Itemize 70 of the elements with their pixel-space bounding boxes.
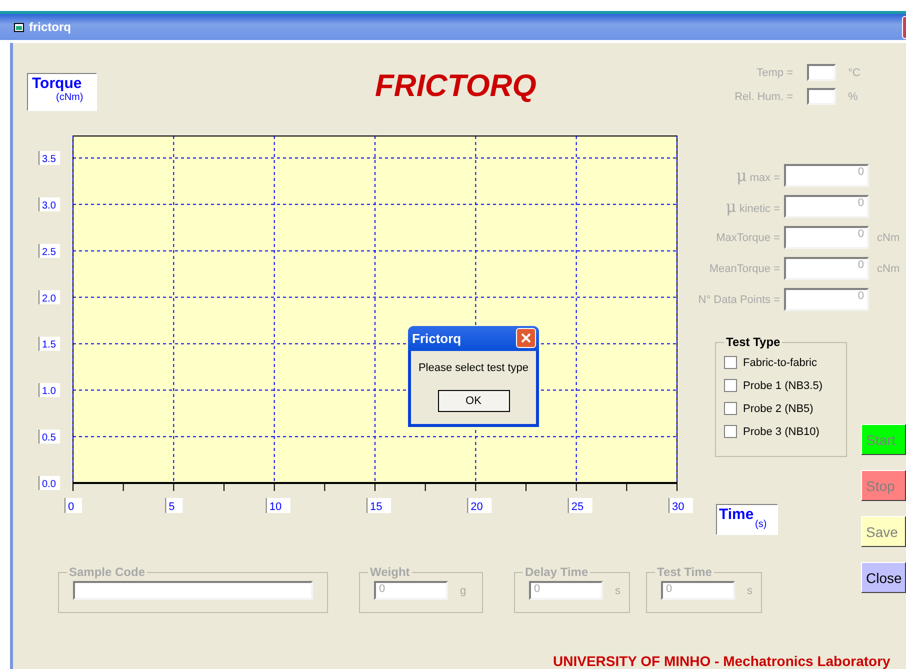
x-tick-label: 10 — [266, 498, 290, 514]
group-title: Test Time — [656, 565, 713, 579]
x-tick-label: 30 — [672, 501, 684, 513]
result-label: MeanTorque = — [708, 262, 780, 274]
result-label: MaxTorque = — [715, 232, 780, 244]
checkbox-label: Probe 2 (NB5) — [743, 402, 814, 414]
y-tick-label: 3.0 — [38, 196, 60, 212]
x-tick-label: 25 — [568, 498, 592, 514]
unit-label: % — [848, 90, 858, 102]
checkbox[interactable] — [724, 379, 737, 392]
y-tick-label: 0.5 — [42, 432, 56, 444]
checkbox[interactable] — [724, 402, 737, 415]
checkbox-label: Fabric-to-fabric — [743, 356, 817, 368]
window-icon — [14, 22, 24, 32]
y-tick-label: 0.0 — [42, 479, 56, 490]
x-tick-label: 0 — [64, 498, 82, 514]
dialog-message: Please select test type — [417, 362, 530, 374]
unit-label: g — [460, 584, 466, 596]
checkbox[interactable] — [724, 356, 737, 369]
y-tick-label: 0.0 — [38, 476, 60, 490]
y-tick-label: 0.5 — [38, 429, 60, 444]
app-title: FRICTORQ — [375, 68, 536, 104]
parameter-field[interactable] — [73, 581, 313, 600]
ambient-field[interactable] — [807, 88, 836, 105]
y-tick-label: 3.0 — [42, 200, 56, 212]
y-tick-label: 2.0 — [38, 290, 60, 305]
checkbox[interactable] — [724, 425, 737, 438]
checkbox-label: Probe 3 (NB10) — [743, 426, 820, 438]
x-tick-label: 30 — [668, 498, 693, 514]
close-button[interactable]: Close — [861, 562, 906, 593]
y-tick-label: 1.0 — [42, 386, 56, 398]
y-tick-label: 1.5 — [38, 336, 60, 352]
unit-label: s — [615, 584, 620, 596]
close-icon[interactable] — [516, 328, 536, 348]
torque-axis-label: Torque (cNm) — [27, 73, 97, 111]
ambient-field[interactable] — [807, 64, 836, 81]
y-tick-label: 1.0 — [38, 382, 60, 398]
window-title: frictorq — [29, 20, 71, 34]
ambient-label: Temp = — [756, 66, 793, 78]
x-tick-label: 5 — [168, 501, 175, 513]
y-tick-label: 3.5 — [38, 150, 60, 166]
x-tick-label: 20 — [470, 501, 483, 513]
y-tick-label: 1.5 — [42, 340, 56, 351]
group-title: Test Type — [725, 335, 782, 349]
ambient-label: Rel. Hum. = — [734, 90, 793, 102]
unit-label: cNm — [877, 232, 900, 244]
unit-label: cNm — [877, 262, 900, 274]
footer-text: UNIVERSITY OF MINHO - Mechatronics Laboratory — [553, 653, 890, 669]
group-title: Sample Code — [68, 565, 146, 579]
result-label: N° Data Points = — [697, 294, 780, 306]
y-tick-label: 2.0 — [42, 293, 56, 304]
unit-label: s — [747, 584, 752, 596]
y-tick-label: 3.5 — [42, 154, 56, 165]
x-tick-label: 25 — [571, 501, 584, 513]
group-title: Delay Time — [524, 565, 590, 579]
unit-label: °C — [848, 66, 860, 78]
dialog-title: Frictorq — [412, 331, 462, 346]
x-tick-label: 0 — [68, 501, 74, 513]
x-tick-label: 10 — [269, 501, 282, 513]
result-label: μ max = — [735, 166, 780, 185]
x-tick-label: 15 — [370, 501, 382, 513]
x-tick-label: 20 — [467, 498, 492, 514]
y-tick-label: 2.5 — [38, 243, 60, 258]
y-tick-label: 2.5 — [42, 246, 56, 258]
ok-button[interactable]: OK — [438, 390, 510, 412]
result-label: μ kinetic = — [724, 197, 780, 216]
x-tick-label: 5 — [165, 498, 183, 514]
group-title: Weight — [369, 565, 411, 579]
x-tick-label: 15 — [366, 498, 391, 514]
checkbox-label: Probe 1 (NB3.5) — [743, 380, 822, 392]
